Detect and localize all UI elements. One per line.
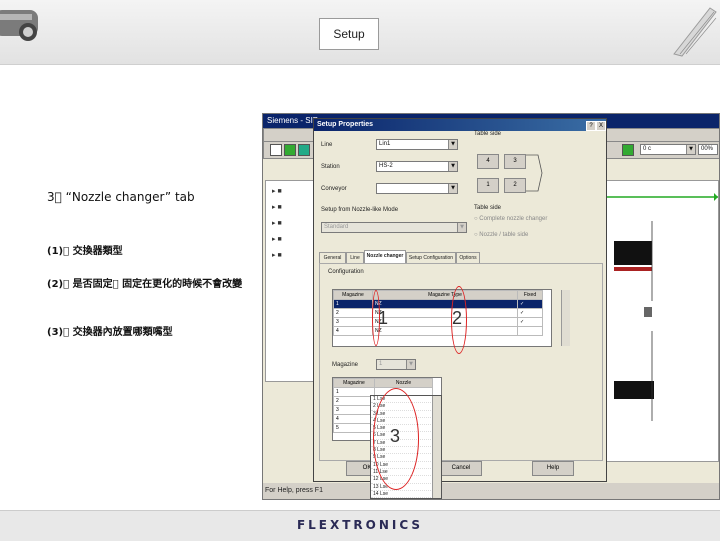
station-label: Station [321,164,340,170]
project-tree: ▸ ■ ▸ ■ ▸ ■ ▸ ■ ▸ ■ [265,180,315,382]
chevron-down-icon[interactable]: ▼ [448,184,457,193]
dialog-titlebar: Setup Properties [314,119,606,131]
configuration-grid: Magazine Magazine Type Fixed 1 NZ ✓ 2 NZ ✓ 3… [333,290,543,336]
cell-fixed[interactable]: ✓ [517,317,543,327]
table-side-3-button[interactable]: 3 [504,154,526,169]
configuration-table: Magazine Magazine Type Fixed 1 NZ ✓ 2 NZ ✓ 3… [332,289,570,347]
cell-fixed[interactable] [517,326,543,336]
radio-group-label: Table side [474,205,502,211]
cell-type: NZ [372,326,518,336]
table-row[interactable]: 2 NZ ✓ [333,308,543,318]
tab-line[interactable]: Line [346,252,364,263]
col-fixed[interactable]: Fixed [517,290,543,300]
chevron-down-icon[interactable]: ▼ [448,162,457,171]
col-magazine-type[interactable]: Magazine Type [372,290,518,300]
help-button[interactable]: Help [532,461,574,476]
tree-icon[interactable] [284,144,296,156]
conveyor-combo[interactable]: ▼ [376,183,458,194]
annotation-number-2: 2 [452,308,463,328]
cell-num: 3 [333,405,375,415]
tab-options[interactable]: Options [456,252,480,263]
help-icon[interactable]: ? [586,121,596,131]
tab-setup-configuration[interactable]: Setup Configuration [406,252,456,263]
cell-num: 4 [333,414,375,424]
nozzle-list-item[interactable]: 14 Lse [371,491,441,498]
chevron-down-icon[interactable]: ▼ [448,140,457,149]
table-side-label: Table side [474,131,502,137]
layout-graphic [604,193,718,421]
configuration-label: Configuration [328,269,364,275]
conveyor-label: Conveyor [321,186,347,192]
zoom-combo[interactable]: 00% [698,144,718,155]
table-side-1-button[interactable]: 1 [477,178,499,193]
cell-num: 1 [333,387,375,397]
chevron-down-icon[interactable]: ▼ [406,360,415,369]
check-icon[interactable] [622,144,634,156]
close-icon[interactable]: X [596,121,606,131]
table-side-bracket-icon [526,154,543,192]
cell-type: NZ [372,308,518,318]
cancel-button[interactable]: Cancel [440,461,482,476]
cell-num: 2 [333,396,375,406]
line-label: Line [321,142,333,148]
assign-mode-combo[interactable]: Standard ▼ [321,222,467,233]
status-bar: For Help, press F1 [263,483,719,499]
table-row[interactable]: 4 NZ [333,326,543,336]
view-combo[interactable]: 0 c ▼ [640,144,696,155]
bullet-fixed-or-not: (2) 是否固定 固定在更化的時候不會改變 [47,279,242,290]
magazine-label: Magazine [332,362,359,368]
new-doc-icon[interactable] [270,144,282,156]
cell-num: 1 [333,299,373,309]
tab-nozzle-changer[interactable]: Nozzle changer [364,250,406,263]
table-row[interactable]: 1 NZ ✓ [333,299,543,309]
cell-type: NZ [372,299,518,309]
cell-fixed[interactable]: ✓ [517,308,543,318]
slide-title: Setup [319,18,379,50]
bullet-nozzle-changer-tab: 3 “Nozzle changer” tab [47,190,195,204]
radio-complete-changer[interactable]: ○ Complete nozzle changer [474,216,547,222]
grid-icon[interactable] [298,144,310,156]
corner-decoration-icon [673,7,717,57]
table-side-4-button[interactable]: 4 [477,154,499,169]
col-nozzle[interactable]: Nozzle [374,378,433,388]
assign-mode-label: Setup from Nozzle-like Mode [321,207,399,213]
cell-num: 4 [333,326,373,336]
cell-num: 3 [333,317,373,327]
col-nozzle-magazine[interactable]: Magazine [333,378,375,388]
chevron-down-icon[interactable]: ▼ [457,223,466,232]
table-side-2-button[interactable]: 2 [504,178,526,193]
station-combo[interactable]: HS-2 ▼ [376,161,458,172]
brand-logo: FLEXTRONICS [296,518,424,532]
cell-num: 2 [333,308,373,318]
tab-general[interactable]: General [319,252,346,263]
table-row[interactable]: 3 NZ ✓ [333,317,543,327]
chevron-down-icon[interactable]: ▼ [686,145,695,154]
radio-nozzle-table-side[interactable]: ○ Nozzle / table side [474,232,528,238]
nozzle-list-scrollbar[interactable] [432,396,441,498]
annotation-number-1: 1 [378,308,389,328]
line-combo[interactable]: Lin1 ▼ [376,139,458,150]
projector-icon [0,10,38,41]
config-scrollbar[interactable] [561,290,570,346]
magazine-combo[interactable]: 1 ▼ [376,359,416,370]
nozzle-list-item[interactable]: 15 Lse [371,498,441,499]
bullet-changer-type: (1) 交換器類型 [47,246,123,257]
col-magazine[interactable]: Magazine [333,290,373,300]
cell-fixed[interactable]: ✓ [517,299,543,309]
annotation-number-3: 3 [390,426,401,446]
layout-view [603,180,719,462]
cell-num: 5 [333,423,375,433]
cell-type: NZ [372,317,518,327]
bullet-nozzle-types: (3) 交換器內放置哪類嘴型 [47,327,173,338]
